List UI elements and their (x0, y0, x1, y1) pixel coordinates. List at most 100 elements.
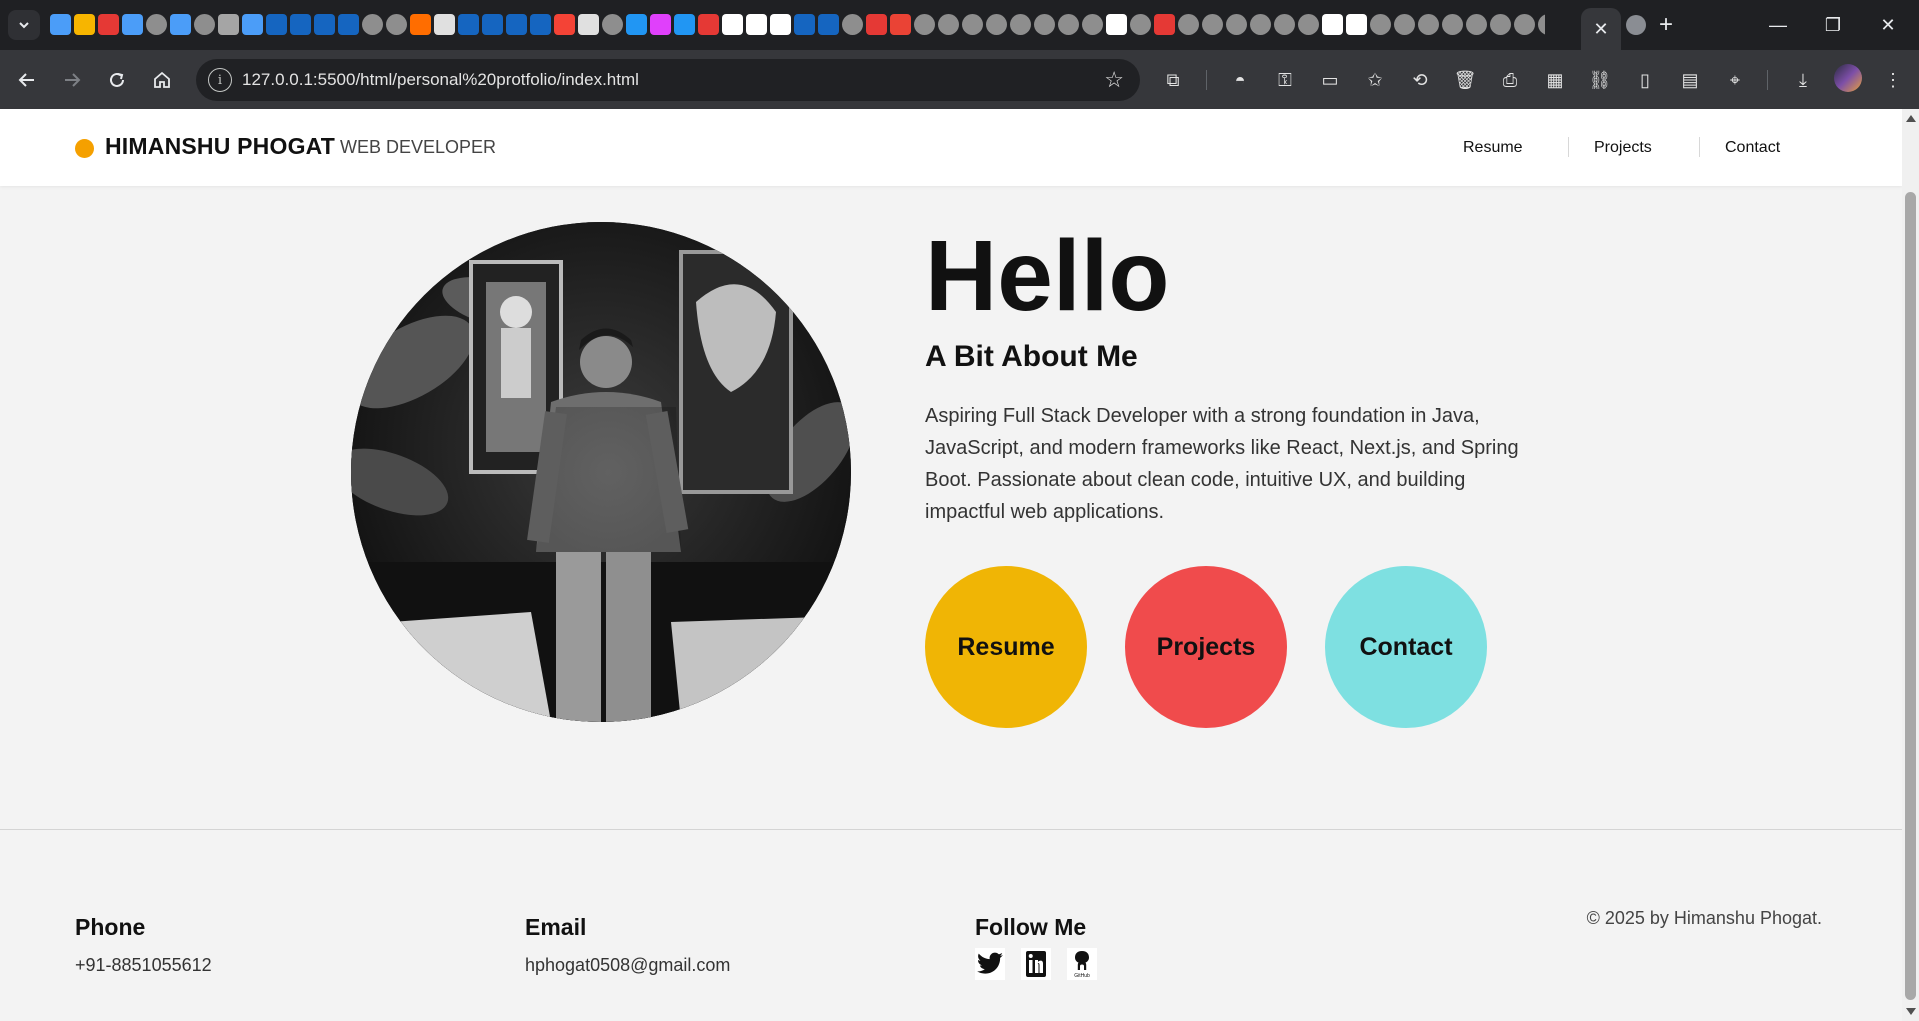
tab-favicon[interactable] (1370, 14, 1391, 35)
tab-favicon[interactable] (1274, 14, 1295, 35)
reload-button[interactable] (100, 63, 134, 97)
menu-kebab-icon[interactable]: ⋮ (1879, 66, 1907, 94)
scroll-down-arrow-icon[interactable] (1906, 1008, 1916, 1015)
tab-search-button[interactable] (8, 10, 40, 40)
tab-favicon[interactable] (746, 14, 767, 35)
print-icon[interactable]: ⎙ (1496, 66, 1524, 94)
tab-favicon[interactable] (578, 14, 599, 35)
tab-favicon[interactable] (170, 14, 191, 35)
restore-button[interactable]: ❐ (1810, 8, 1856, 42)
tab-favicon[interactable] (1442, 14, 1463, 35)
minimize-button[interactable]: — (1755, 8, 1801, 42)
tab-favicon[interactable] (698, 14, 719, 35)
tab-favicon[interactable] (914, 14, 935, 35)
tab-favicon[interactable] (122, 14, 143, 35)
location-pin-icon[interactable]: ⌖ (1721, 66, 1749, 94)
page-scrollbar[interactable] (1902, 109, 1919, 1021)
tab-favicon[interactable] (1346, 14, 1367, 35)
tab-favicon[interactable] (770, 14, 791, 35)
linkedin-link[interactable] (1021, 948, 1051, 980)
site-info-icon[interactable]: i (208, 68, 232, 92)
nav-resume-link[interactable]: Resume (1463, 139, 1523, 157)
tab-favicon[interactable] (1490, 14, 1511, 35)
tab-favicon[interactable] (1106, 14, 1127, 35)
resume-button[interactable]: Resume (925, 566, 1087, 728)
nav-contact-link[interactable]: Contact (1725, 139, 1780, 157)
tab-close-icon[interactable]: ✕ (1593, 19, 1608, 40)
scroll-up-arrow-icon[interactable] (1906, 115, 1916, 122)
delete-icon[interactable]: 🗑 (1451, 66, 1479, 94)
tab-favicon[interactable] (890, 14, 911, 35)
tab-favicon[interactable] (722, 14, 743, 35)
tab-favicon[interactable] (1154, 14, 1175, 35)
github-link[interactable]: GitHub (1067, 948, 1097, 980)
tab-favicon[interactable] (1250, 14, 1271, 35)
tab-favicon[interactable] (674, 14, 695, 35)
reading-mode-icon[interactable]: ▤ (1676, 66, 1704, 94)
tab-favicon[interactable] (434, 14, 455, 35)
payment-card-icon[interactable]: ▭ (1316, 66, 1344, 94)
tab-favicon[interactable] (362, 14, 383, 35)
tab-favicon[interactable] (650, 14, 671, 35)
tab-favicon[interactable] (1514, 14, 1535, 35)
qr-code-icon[interactable]: ▦ (1541, 66, 1569, 94)
brand-name[interactable]: HIMANSHU PHOGAT (105, 133, 335, 160)
tab-favicon[interactable] (1394, 14, 1415, 35)
history-icon[interactable]: ⟲ (1406, 66, 1434, 94)
address-url[interactable]: 127.0.0.1:5500/html/personal%20protfolio… (242, 70, 639, 90)
tab-favicon[interactable] (458, 14, 479, 35)
tab-favicon[interactable] (1538, 14, 1545, 35)
password-key-icon[interactable]: ⚿ (1271, 66, 1299, 94)
tab-favicon[interactable] (74, 14, 95, 35)
incognito-icon[interactable]: ◓ (1226, 66, 1254, 94)
tab-favicon[interactable] (1010, 14, 1031, 35)
bookmark-star-icon[interactable]: ☆ (1104, 67, 1124, 93)
tab-favicon[interactable] (866, 14, 887, 35)
tab-favicon[interactable] (410, 14, 431, 35)
tab-favicon[interactable] (266, 14, 287, 35)
contact-button[interactable]: Contact (1325, 566, 1487, 728)
tab-favicon[interactable] (530, 14, 551, 35)
tab-favicon[interactable] (146, 14, 167, 35)
tab-favicon[interactable] (386, 14, 407, 35)
tab-favicon[interactable] (794, 14, 815, 35)
tab-favicon[interactable] (1034, 14, 1055, 35)
home-button[interactable] (145, 63, 179, 97)
tab-favicon[interactable] (962, 14, 983, 35)
download-icon[interactable]: ⤓ (1789, 66, 1817, 94)
tab-favicon[interactable] (1226, 14, 1247, 35)
tab-favicon[interactable] (1298, 14, 1319, 35)
forward-button[interactable] (55, 63, 89, 97)
tab-favicon[interactable] (818, 14, 839, 35)
nav-projects-link[interactable]: Projects (1594, 139, 1652, 157)
tab-favicon[interactable] (242, 14, 263, 35)
tab-favicon[interactable] (1058, 14, 1079, 35)
tab-favicon[interactable] (194, 14, 215, 35)
tab-favicon[interactable] (602, 14, 623, 35)
tab-favicon[interactable] (554, 14, 575, 35)
tab-favicon[interactable] (1202, 14, 1223, 35)
address-bar[interactable]: i 127.0.0.1:5500/html/personal%20protfol… (196, 59, 1140, 101)
footer-email[interactable]: hphogat0508@gmail.com (525, 955, 730, 976)
new-tab-button[interactable]: + (1651, 10, 1681, 40)
active-tab[interactable]: ✕ (1581, 8, 1621, 50)
tab-favicon[interactable] (1466, 14, 1487, 35)
close-window-button[interactable]: ✕ (1865, 8, 1911, 42)
back-button[interactable] (10, 63, 44, 97)
tab-favicon[interactable] (98, 14, 119, 35)
next-tab-favicon[interactable] (1626, 15, 1646, 35)
devices-icon[interactable]: ▯ (1631, 66, 1659, 94)
tab-favicon[interactable] (1178, 14, 1199, 35)
tab-favicon[interactable] (482, 14, 503, 35)
tab-favicon[interactable] (506, 14, 527, 35)
tab-favicon[interactable] (842, 14, 863, 35)
tab-favicon[interactable] (986, 14, 1007, 35)
extensions-icon[interactable]: ⧉ (1159, 66, 1187, 94)
twitter-link[interactable] (975, 948, 1005, 980)
tab-favicon[interactable] (314, 14, 335, 35)
tab-favicon[interactable] (1418, 14, 1439, 35)
projects-button[interactable]: Projects (1125, 566, 1287, 728)
profile-avatar[interactable] (1834, 64, 1862, 92)
tab-favicons[interactable] (50, 14, 1545, 36)
tab-favicon[interactable] (1082, 14, 1103, 35)
